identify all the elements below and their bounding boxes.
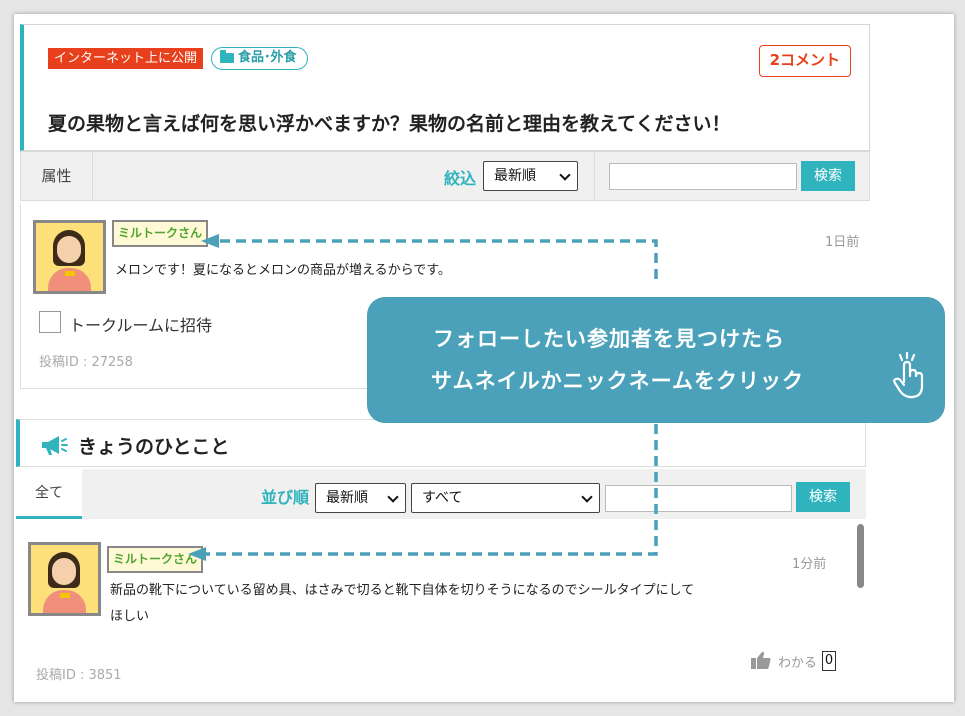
like-count: 0 bbox=[822, 651, 836, 671]
avatar[interactable] bbox=[28, 542, 101, 616]
hitokoto-filter-select[interactable]: すべて bbox=[411, 483, 600, 513]
like-label[interactable]: わかる bbox=[778, 652, 817, 671]
megaphone-icon bbox=[42, 436, 68, 455]
section-title: きょうのひとこと bbox=[78, 436, 230, 458]
chevron-down-icon bbox=[387, 491, 399, 503]
sort-select[interactable]: 最新順 bbox=[483, 161, 578, 191]
post-card: インターネット上に公開 食品･外食 2コメント 夏の果物と言えば何を思い浮かべま… bbox=[20, 24, 870, 151]
scrollbar-thumb[interactable] bbox=[857, 524, 864, 588]
nickname-link[interactable]: ミルトークさん bbox=[107, 546, 204, 573]
pointing-hand-icon bbox=[893, 352, 924, 399]
post-id: 投稿ID : 27258 bbox=[39, 355, 133, 370]
hitokoto-search-input[interactable] bbox=[605, 485, 792, 512]
hitokoto-header: きょうのひとこと bbox=[16, 419, 866, 467]
sort-select-value: 最新順 bbox=[494, 168, 536, 184]
annotation-callout: フォローしたい参加者を見つけたら サムネイルかニックネームをクリック bbox=[367, 297, 945, 423]
folder-icon bbox=[220, 50, 234, 63]
divider bbox=[594, 152, 595, 200]
hitokoto-filter-bar: 全て 並び順 最新順 すべて 検索 bbox=[16, 469, 866, 519]
public-badge: インターネット上に公開 bbox=[48, 48, 204, 69]
hitokoto-body-line1: 新品の靴下についている留め具、はさみで切ると靴下自体を切りそうになるのでシールタ… bbox=[110, 583, 695, 598]
post-title: 夏の果物と言えば何を思い浮かべますか？果物の名前と理由を教えてください！ bbox=[48, 113, 731, 135]
callout-line-2: サムネイルかニックネームをクリック bbox=[431, 369, 804, 393]
callout-line-1: フォローしたい参加者を見つけたら bbox=[433, 327, 785, 351]
thumbs-up-icon[interactable] bbox=[750, 650, 772, 670]
hitokoto-sort-select[interactable]: 最新順 bbox=[315, 483, 406, 513]
sort-label: 並び順 bbox=[261, 488, 310, 507]
avatar-bow bbox=[60, 593, 70, 598]
avatar-bow bbox=[65, 271, 75, 276]
hitokoto-filter-value: すべて bbox=[422, 490, 463, 506]
comment-body: メロンです！夏になるとメロンの商品が増えるからです。 bbox=[115, 263, 451, 278]
tab-all[interactable]: 全て bbox=[16, 469, 82, 519]
attribute-tab[interactable]: 属性 bbox=[21, 152, 93, 200]
invite-checkbox[interactable] bbox=[39, 311, 61, 333]
comment-count-badge[interactable]: 2コメント bbox=[758, 45, 851, 77]
avatar-face bbox=[57, 236, 81, 263]
screenshot-frame: インターネット上に公開 食品･外食 2コメント 夏の果物と言えば何を思い浮かべま… bbox=[14, 14, 954, 702]
avatar[interactable] bbox=[33, 220, 106, 294]
chevron-down-icon bbox=[581, 491, 593, 503]
avatar-face bbox=[52, 558, 76, 585]
search-button[interactable]: 検索 bbox=[801, 161, 855, 191]
category-badge[interactable]: 食品･外食 bbox=[211, 47, 308, 70]
chevron-down-icon bbox=[559, 169, 571, 181]
hitokoto-sort-value: 最新順 bbox=[326, 490, 368, 506]
invite-label[interactable]: トークルームに招待 bbox=[69, 312, 212, 336]
post-id: 投稿ID : 3851 bbox=[36, 668, 122, 683]
hitokoto-search-button[interactable]: 検索 bbox=[796, 482, 850, 512]
nickname-link[interactable]: ミルトークさん bbox=[112, 220, 209, 247]
filter-label: 絞込 bbox=[444, 169, 477, 188]
search-input[interactable] bbox=[609, 163, 797, 190]
hitokoto-item: ミルトークさん 1分前 新品の靴下についている留め具、はさみで切ると靴下自体を切… bbox=[16, 522, 866, 702]
timestamp: 1日前 bbox=[825, 235, 860, 250]
comment-filter-bar: 属性 絞込 最新順 検索 bbox=[20, 151, 870, 201]
timestamp: 1分前 bbox=[792, 557, 827, 572]
category-label: 食品･外食 bbox=[238, 50, 297, 65]
hitokoto-body-line2: ほしい bbox=[110, 609, 150, 624]
